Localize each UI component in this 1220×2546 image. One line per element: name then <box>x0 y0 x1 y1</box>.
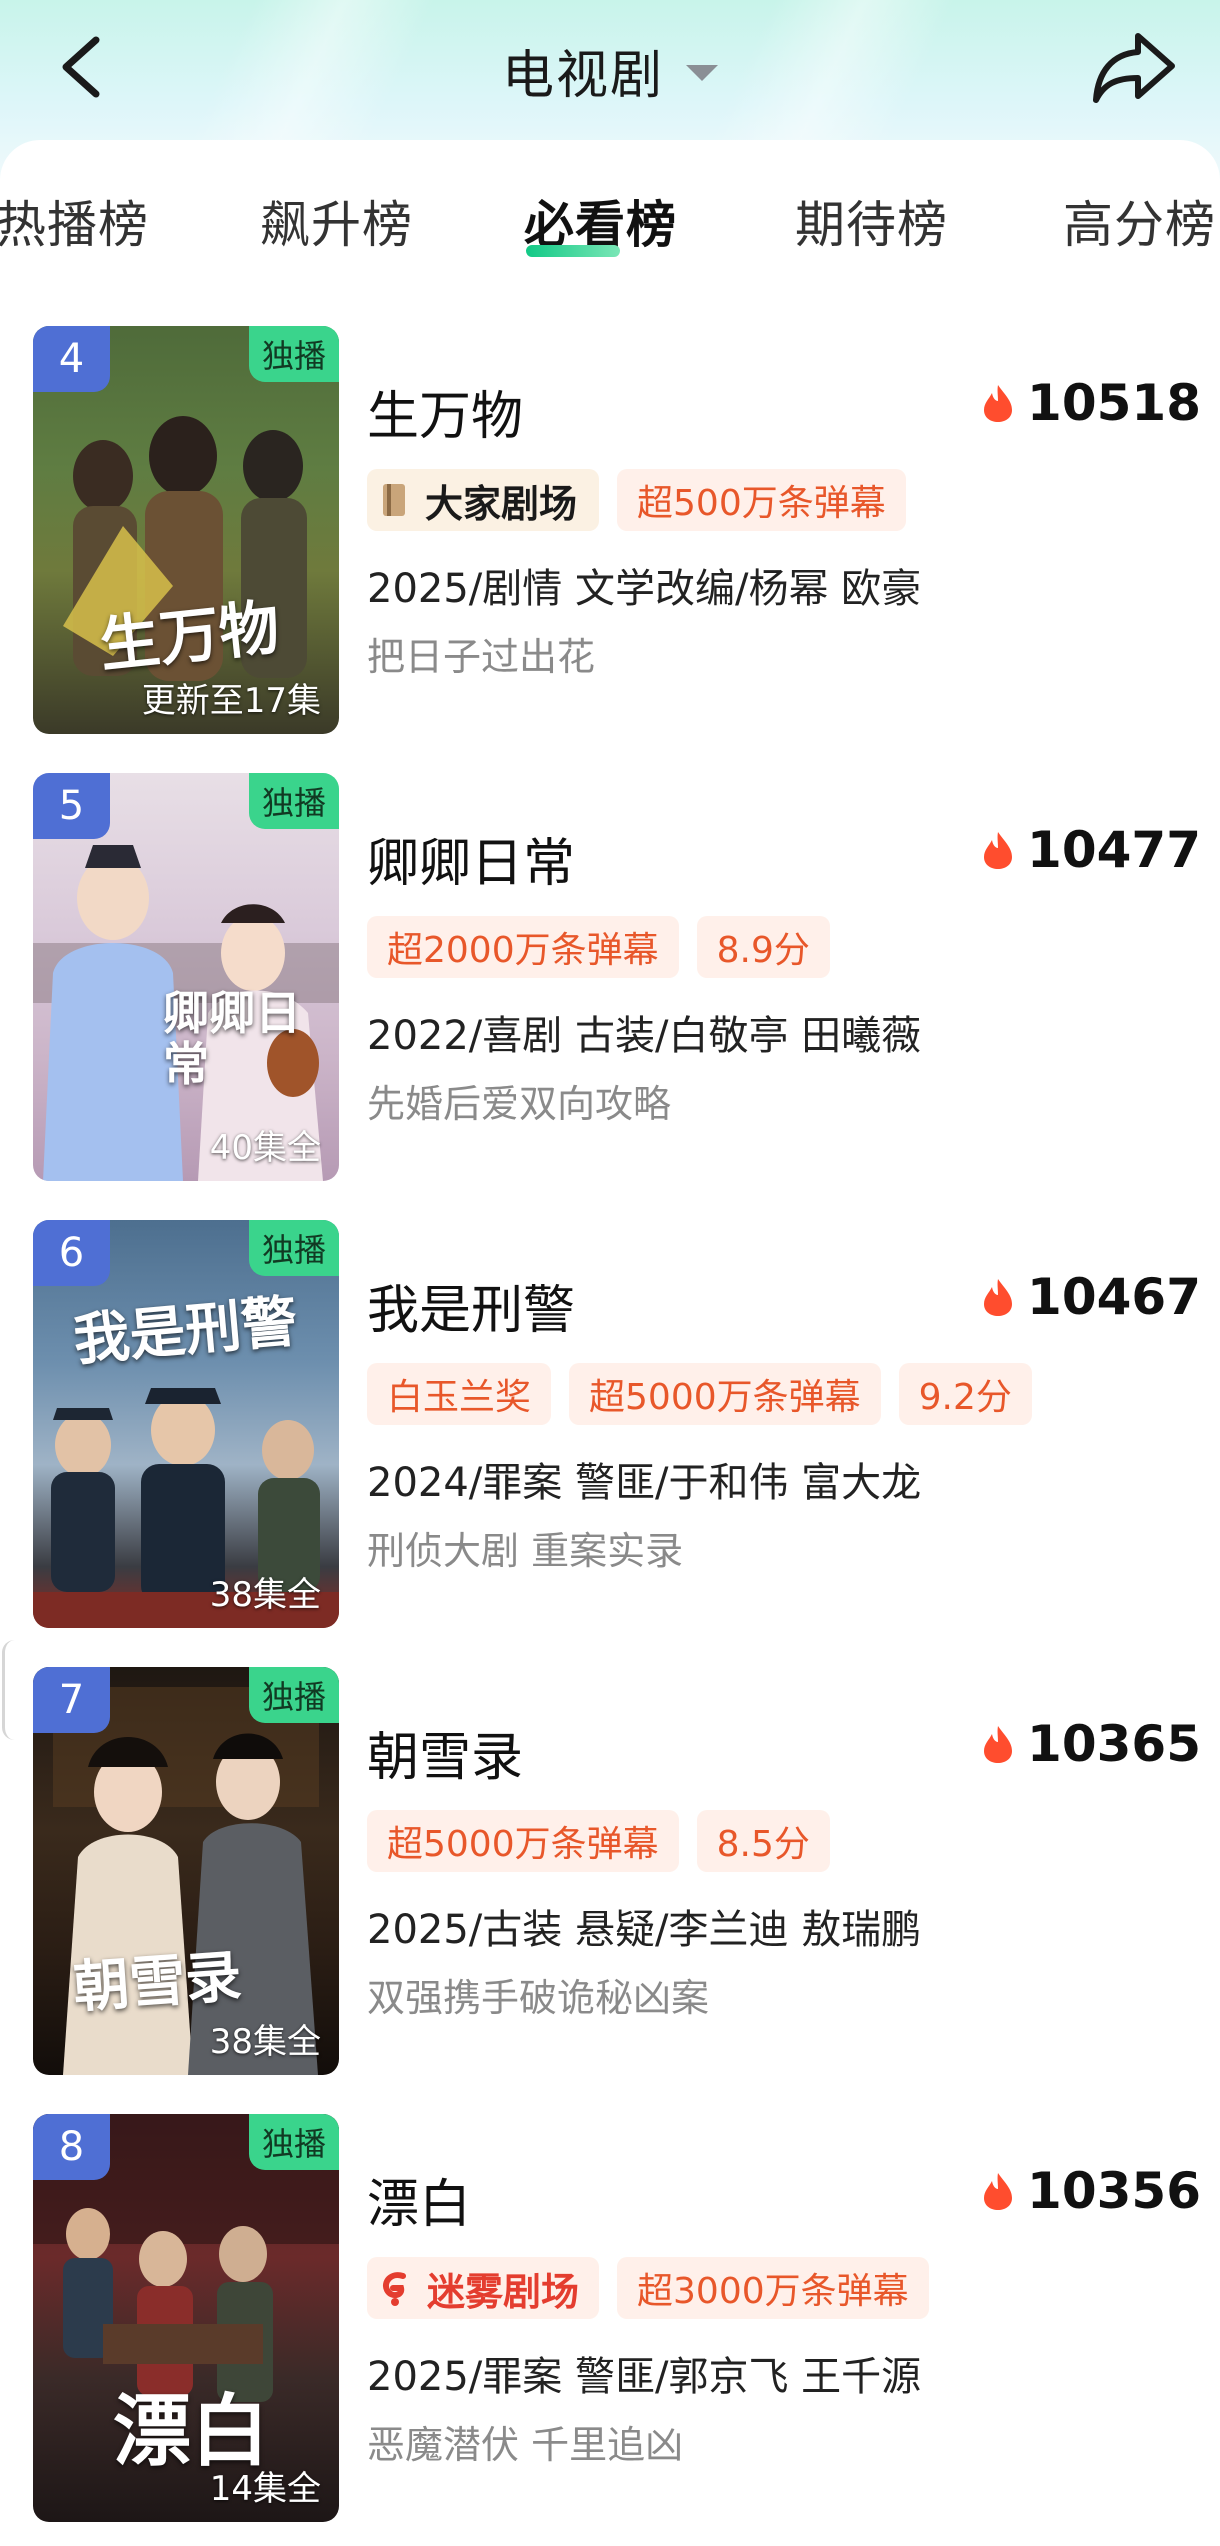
episode-status: 更新至17集 <box>141 681 321 721</box>
show-meta: 2025/古装 悬疑/李兰迪 敖瑞鹏 <box>367 1907 922 1953</box>
danmaku-tag: 超500万条弹幕 <box>617 469 906 531</box>
score-tag: 9.2分 <box>898 1363 1032 1425</box>
danmaku-tag: 超5000万条弹幕 <box>367 1810 679 1872</box>
nav-bar: 电视剧 <box>0 0 1220 140</box>
rank-badge: 4 <box>33 326 110 392</box>
show-slogan: 双强携手破诡秘凶案 <box>367 1976 710 2020</box>
exclusive-badge: 独播 <box>249 2114 339 2170</box>
rank-badge: 6 <box>33 1220 110 1286</box>
flame-icon <box>984 2173 1013 2210</box>
show-title: 生万物 <box>367 387 524 447</box>
share-button[interactable] <box>1090 26 1180 110</box>
show-meta: 2022/喜剧 古装/白敬亭 田曦薇 <box>367 1013 922 1059</box>
heat-value: 10467 <box>1027 1268 1201 1326</box>
tab-hot[interactable]: 热播榜 <box>0 185 149 257</box>
show-slogan: 刑侦大剧 重案实录 <box>367 1529 684 1573</box>
episode-status: 38集全 <box>209 1575 321 1615</box>
danmaku-tag: 超3000万条弹幕 <box>617 2257 929 2319</box>
flame-icon <box>984 385 1013 422</box>
rank-badge: 8 <box>33 2114 110 2180</box>
list-item[interactable]: 朝雪录 7 独播 38集全 朝雪录 10365 超5000万条弹幕 8.5分 2… <box>33 1667 1203 2077</box>
poster[interactable]: 我是刑警 6 独播 38集全 <box>33 1220 339 1628</box>
rank-badge: 5 <box>33 773 110 839</box>
tag-row: 大家剧场 超500万条弹幕 <box>367 469 906 531</box>
tab-rising[interactable]: 飙升榜 <box>260 185 413 257</box>
heat-score: 10518 <box>981 374 1201 432</box>
show-slogan: 恶魔潜伏 千里追凶 <box>367 2423 684 2467</box>
episode-status: 14集全 <box>209 2469 321 2509</box>
heat-value: 10365 <box>1027 1715 1201 1773</box>
heat-score: 10467 <box>981 1268 1201 1326</box>
list-item[interactable]: 生万物 4 独播 更新至17集 生万物 10518 大家剧场 超500万条弹幕 … <box>33 326 1203 736</box>
show-title: 卿卿日常 <box>367 834 576 894</box>
list-item[interactable]: 卿卿日常 5 独播 40集全 卿卿日常 10477 超2000万条弹幕 8.9分… <box>33 773 1203 1183</box>
tag-row: 白玉兰奖 超5000万条弹幕 9.2分 <box>367 1363 1032 1425</box>
tab-anticipated[interactable]: 期待榜 <box>795 185 948 257</box>
exclusive-badge: 独播 <box>249 1667 339 1723</box>
poster[interactable]: 朝雪录 7 独播 38集全 <box>33 1667 339 2075</box>
poster-title: 卿卿日常 <box>163 986 301 1091</box>
danmaku-tag: 超5000万条弹幕 <box>569 1363 881 1425</box>
tag-row: 超2000万条弹幕 8.9分 <box>367 916 830 978</box>
show-slogan: 先婚后爱双向攻略 <box>367 1082 672 1126</box>
heat-score: 10365 <box>981 1715 1201 1773</box>
tab-high-score[interactable]: 高分榜 <box>1063 185 1216 257</box>
active-tab-indicator <box>526 245 620 257</box>
heat-score: 10477 <box>981 821 1201 879</box>
exclusive-badge: 独播 <box>249 326 339 382</box>
brand-tag-label: 迷雾剧场 <box>427 2268 580 2314</box>
share-icon <box>1093 33 1175 103</box>
show-meta: 2025/罪案 警匪/郭京飞 王千源 <box>367 2354 922 2400</box>
show-title: 我是刑警 <box>367 1281 576 1341</box>
award-tag: 白玉兰奖 <box>367 1363 552 1425</box>
tag-row: 迷雾剧场 超3000万条弹幕 <box>367 2257 929 2319</box>
brand-tag-label: 大家剧场 <box>425 480 578 526</box>
flame-icon <box>984 1279 1013 1316</box>
poster[interactable]: 生万物 4 独播 更新至17集 <box>33 326 339 734</box>
heat-value: 10518 <box>1027 374 1201 432</box>
brand-tag[interactable]: 迷雾剧场 <box>367 2257 600 2319</box>
brand-tag[interactable]: 大家剧场 <box>367 469 600 531</box>
page-title: 电视剧 <box>501 45 664 106</box>
score-tag: 8.5分 <box>696 1810 830 1872</box>
rank-badge: 7 <box>33 1667 110 1733</box>
show-meta: 2025/剧情 文学改编/杨幂 欧豪 <box>367 566 922 612</box>
caret-down-icon <box>686 65 718 81</box>
episode-status: 40集全 <box>209 1128 321 1168</box>
poster-title: 朝雪录 <box>71 1943 244 2021</box>
edge-swipe-indicator <box>2 1640 27 1740</box>
episode-status: 38集全 <box>209 2022 321 2062</box>
heat-value: 10477 <box>1027 821 1201 879</box>
mist-logo-icon <box>383 2272 406 2306</box>
list-item[interactable]: 我是刑警 6 独播 38集全 我是刑警 10467 白玉兰奖 超5000万条弹幕… <box>33 1220 1203 1630</box>
heat-value: 10356 <box>1027 2162 1201 2220</box>
exclusive-badge: 独播 <box>249 773 339 829</box>
title-dropdown[interactable]: 电视剧 <box>0 30 1220 110</box>
show-slogan: 把日子过出花 <box>367 635 596 679</box>
show-title: 漂白 <box>367 2175 472 2235</box>
show-meta: 2024/罪案 警匪/于和伟 富大龙 <box>367 1460 922 1506</box>
exclusive-badge: 独播 <box>249 1220 339 1276</box>
flame-icon <box>984 1726 1013 1763</box>
poster[interactable]: 漂白 8 独播 14集全 <box>33 2114 339 2522</box>
score-tag: 8.9分 <box>696 916 830 978</box>
poster[interactable]: 卿卿日常 5 独播 40集全 <box>33 773 339 1181</box>
show-title: 朝雪录 <box>367 1728 524 1788</box>
list-item[interactable]: 漂白 8 独播 14集全 漂白 10356 迷雾剧场 超3000万条弹幕 202… <box>33 2114 1203 2524</box>
danmaku-tag: 超2000万条弹幕 <box>367 916 679 978</box>
tag-row: 超5000万条弹幕 8.5分 <box>367 1810 830 1872</box>
heat-score: 10356 <box>981 2162 1201 2220</box>
book-icon <box>383 484 405 516</box>
flame-icon <box>984 832 1013 869</box>
